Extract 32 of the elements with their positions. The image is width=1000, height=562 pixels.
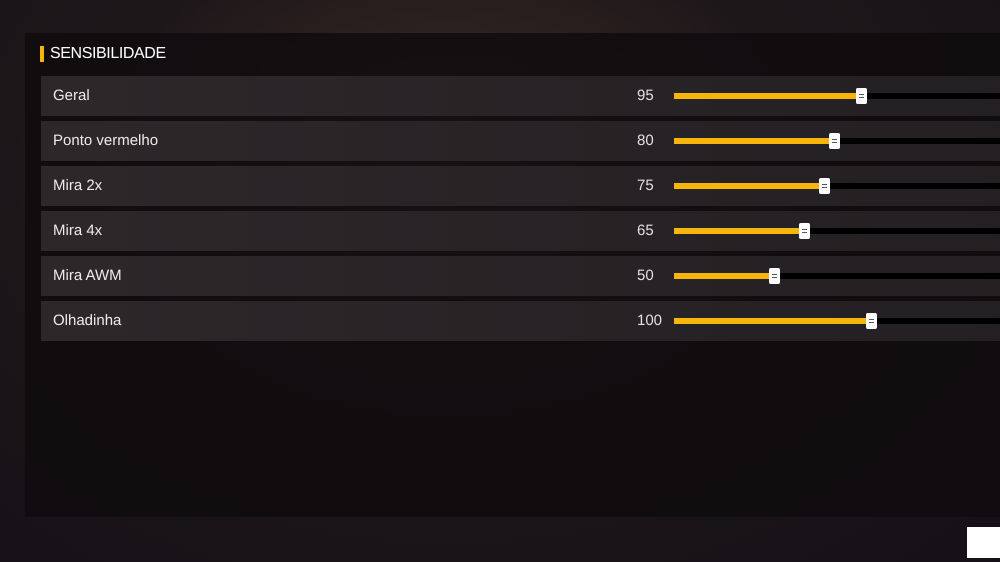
slider[interactable] [674, 223, 1000, 239]
slider-thumb[interactable] [856, 88, 868, 104]
setting-value: 80 [637, 130, 655, 151]
slider-thumb[interactable] [829, 133, 840, 149]
setting-label: Olhadinha [53, 310, 122, 331]
setting-label: Mira 4x [53, 220, 104, 241]
grip-icon [868, 319, 874, 323]
accent-bar [40, 46, 44, 62]
grip-icon [802, 229, 808, 233]
grip-icon [832, 139, 838, 143]
setting-value: 75 [637, 176, 655, 196]
setting-value: 50 [637, 266, 655, 286]
grip-icon [822, 184, 827, 188]
slider-thumb[interactable] [769, 268, 780, 284]
setting-label: Ponto vermelho [53, 130, 160, 151]
setting-value: 65 [637, 220, 655, 241]
slider-thumb[interactable] [818, 178, 830, 194]
setting-label: Mira 2x [53, 176, 104, 196]
grip-icon [859, 94, 864, 98]
slider[interactable] [674, 88, 1000, 104]
slider[interactable] [674, 133, 1000, 149]
slider[interactable] [674, 178, 1000, 194]
setting-label: Mira AWM [53, 266, 123, 286]
section-title: SENSIBILIDADE [50, 44, 166, 64]
slider[interactable] [674, 313, 1000, 329]
slider[interactable] [674, 268, 1000, 284]
slider-thumb[interactable] [799, 223, 810, 239]
slider-thumb[interactable] [866, 313, 877, 329]
setting-value: 95 [637, 86, 655, 106]
setting-value: 100 [637, 310, 664, 331]
setting-label: Geral [53, 86, 91, 106]
grip-icon [772, 274, 778, 278]
